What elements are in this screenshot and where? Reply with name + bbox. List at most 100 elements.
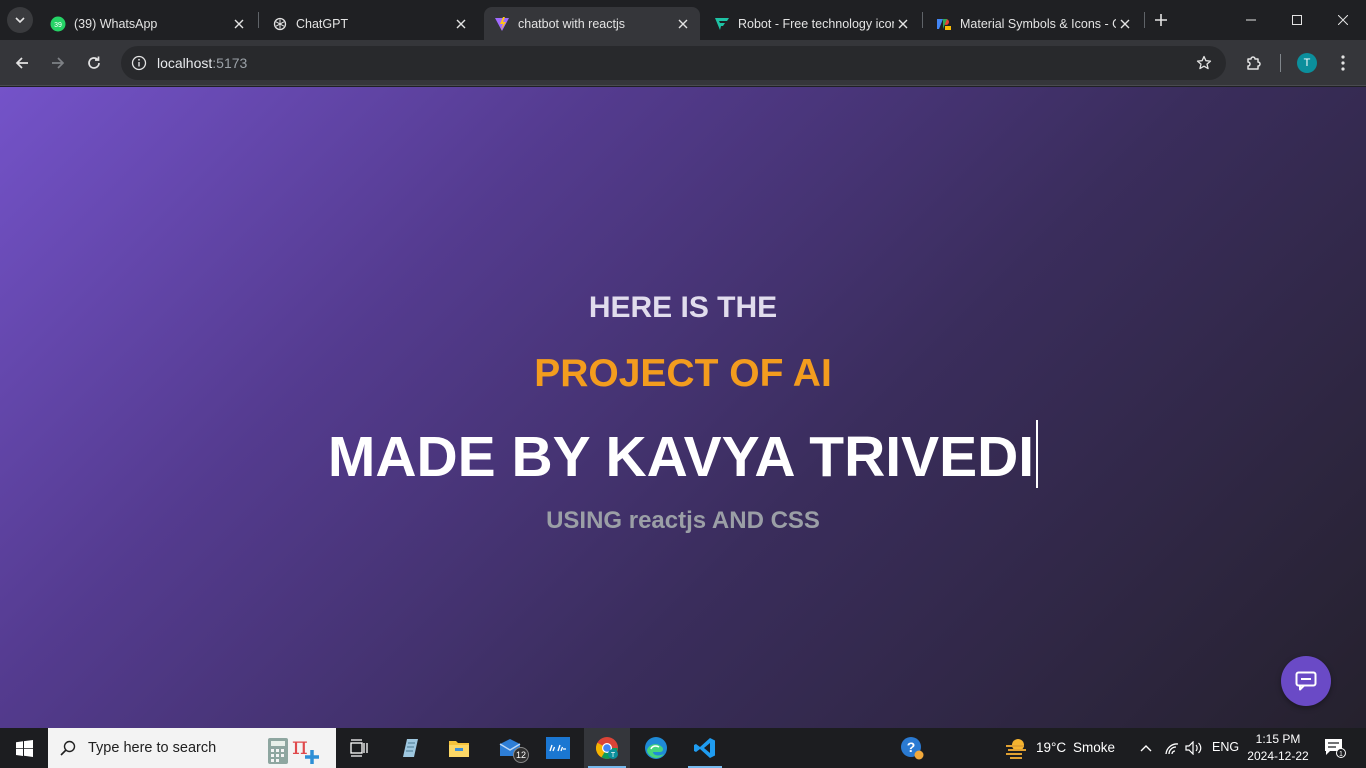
tab-chatgpt[interactable]: ChatGPT xyxy=(262,7,478,40)
taskbar-notes-app[interactable] xyxy=(390,728,430,768)
profile-button[interactable]: T xyxy=(1293,49,1321,77)
reload-button[interactable] xyxy=(80,49,108,77)
weather-temperature[interactable]: 19°C xyxy=(1036,740,1066,755)
arrow-left-icon xyxy=(15,57,28,69)
close-icon xyxy=(1338,15,1348,25)
hero-intro-text: HERE IS THE xyxy=(588,291,778,324)
tab-whatsapp[interactable]: 39 (39) WhatsApp xyxy=(40,7,256,40)
tab-material-symbols[interactable]: Material Symbols & Icons - G xyxy=(926,7,1142,40)
network-status[interactable] xyxy=(1162,728,1182,768)
clock-date: 2024-12-22 xyxy=(1247,749,1309,763)
browser-toolbar: localhost:5173 T xyxy=(0,40,1366,86)
taskbar-myhp[interactable] xyxy=(538,728,578,768)
plus-icon xyxy=(1155,14,1167,26)
page-viewport: HERE IS THE PROJECT OF AI MADE BY KAVYA … xyxy=(0,87,1366,728)
chat-bubble-icon xyxy=(1295,671,1317,691)
wifi-icon xyxy=(1165,743,1179,755)
reload-icon xyxy=(88,56,100,69)
tab-title: chatbot with reactjs xyxy=(518,16,625,31)
typing-cursor xyxy=(1036,420,1039,488)
back-button[interactable] xyxy=(8,49,36,77)
action-center-button[interactable]: 1 xyxy=(1320,728,1350,768)
task-view-button[interactable] xyxy=(340,728,380,768)
clock-time: 1:15 PM xyxy=(1255,732,1301,746)
tab-divider xyxy=(258,12,259,28)
volume-control[interactable] xyxy=(1184,728,1204,768)
close-icon[interactable] xyxy=(894,15,912,33)
taskbar-clock[interactable]: 1:15 PM 2024-12-22 xyxy=(1238,731,1318,765)
address-bar[interactable]: localhost:5173 xyxy=(121,46,1226,80)
close-icon[interactable] xyxy=(674,15,692,33)
tab-divider xyxy=(1144,12,1145,28)
task-view-icon xyxy=(350,739,368,757)
weather-widget-icon[interactable] xyxy=(1000,728,1032,768)
more-vertical-icon xyxy=(1341,55,1345,71)
notification-icon: 1 xyxy=(1325,739,1346,758)
calculator-pi-icon: π xyxy=(266,732,328,768)
hero-author-text: MADE BY KAVYA TRIVEDI xyxy=(327,425,1035,489)
hero-project-text: PROJECT OF AI xyxy=(534,352,832,395)
bookmark-star-icon[interactable] xyxy=(1194,53,1214,73)
new-tab-button[interactable] xyxy=(1150,9,1172,31)
taskbar-chrome[interactable]: T xyxy=(584,728,630,768)
tab-search-button[interactable] xyxy=(7,7,33,33)
chevron-up-icon xyxy=(1140,745,1152,752)
show-hidden-icons-button[interactable] xyxy=(1136,728,1156,768)
svg-text:?: ? xyxy=(907,739,916,755)
speaker-icon xyxy=(1185,741,1202,755)
svg-text:1: 1 xyxy=(1339,751,1343,758)
start-button[interactable] xyxy=(0,728,48,768)
forward-button[interactable] xyxy=(44,49,72,77)
avatar: T xyxy=(1297,53,1317,73)
svg-text:39: 39 xyxy=(54,22,62,29)
taskbar-help[interactable]: ? xyxy=(896,728,928,768)
url-host: localhost xyxy=(157,55,213,71)
menu-button[interactable] xyxy=(1329,49,1357,77)
help-icon: ? xyxy=(901,737,924,760)
chatbot-toggle-button[interactable] xyxy=(1281,656,1331,706)
windows-taskbar: Type here to search π 12 T ? 19°C Smoke xyxy=(0,728,1366,768)
search-placeholder: Type here to search xyxy=(88,740,217,756)
windows-logo-icon xyxy=(15,739,33,757)
taskbar-vscode[interactable] xyxy=(684,728,726,768)
close-icon[interactable] xyxy=(230,15,248,33)
tab-strip: 39 (39) WhatsApp ChatGPT chatbot with re… xyxy=(0,0,1366,40)
info-icon[interactable] xyxy=(129,53,149,73)
vscode-icon xyxy=(694,738,715,758)
tab-divider xyxy=(922,12,923,28)
taskbar-search-box[interactable]: Type here to search π xyxy=(48,728,336,768)
svg-text:T: T xyxy=(611,752,616,759)
tab-title: Robot - Free technology icon xyxy=(738,16,894,31)
extensions-button[interactable] xyxy=(1240,49,1268,77)
url-text: localhost:5173 xyxy=(157,55,247,71)
whatsapp-icon: 39 xyxy=(50,16,66,32)
mail-count-badge: 12 xyxy=(513,747,529,763)
taskbar-file-explorer[interactable] xyxy=(439,728,479,768)
minimize-icon xyxy=(1246,19,1256,21)
minimize-button[interactable] xyxy=(1228,0,1274,40)
taskbar-mail[interactable]: 12 xyxy=(490,728,530,768)
close-window-button[interactable] xyxy=(1320,0,1366,40)
notes-app-icon xyxy=(403,739,418,757)
hero-author-line: MADE BY KAVYA TRIVEDI xyxy=(0,420,1366,490)
myhp-icon xyxy=(546,737,570,759)
chatgpt-icon xyxy=(272,16,288,32)
weather-condition[interactable]: Smoke xyxy=(1073,740,1115,755)
toolbar-divider xyxy=(1280,54,1281,72)
edge-icon xyxy=(645,737,667,759)
maximize-icon xyxy=(1292,15,1302,25)
tab-title: ChatGPT xyxy=(296,16,349,31)
input-language[interactable]: ENG xyxy=(1212,740,1239,754)
folder-icon xyxy=(449,741,469,757)
chevron-down-icon xyxy=(15,17,25,24)
tab-robot-icon[interactable]: Robot - Free technology icon xyxy=(704,7,920,40)
maximize-button[interactable] xyxy=(1274,0,1320,40)
close-icon[interactable] xyxy=(452,15,470,33)
tab-chatbot-reactjs[interactable]: chatbot with reactjs xyxy=(484,7,700,40)
flaticon-icon xyxy=(714,16,730,32)
close-icon[interactable] xyxy=(1116,15,1134,33)
tab-title: (39) WhatsApp xyxy=(74,16,158,31)
taskbar-edge[interactable] xyxy=(636,728,676,768)
search-icon xyxy=(48,740,88,756)
url-port: :5173 xyxy=(212,55,248,71)
